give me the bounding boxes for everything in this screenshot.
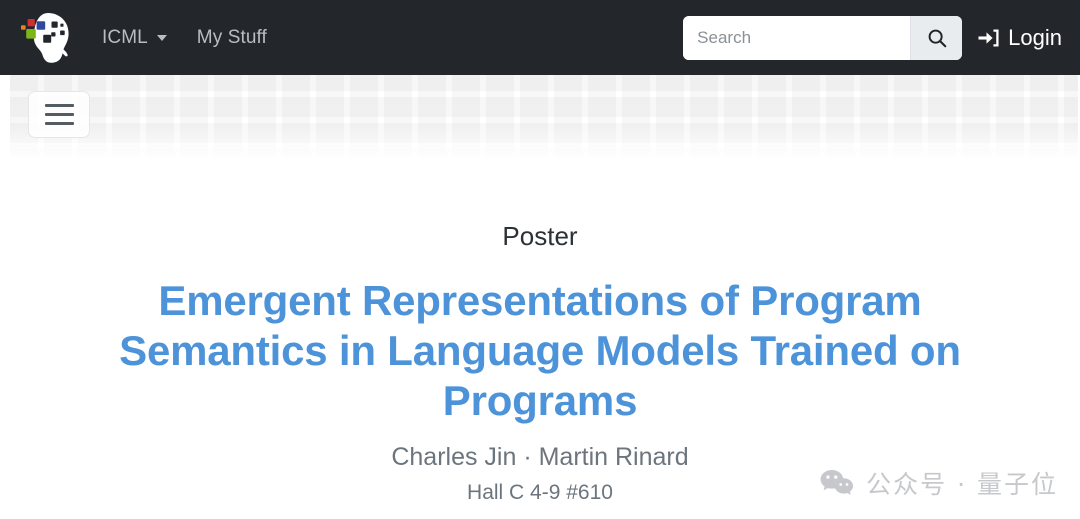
nav-link-my-stuff[interactable]: My Stuff	[197, 27, 267, 49]
navbar-right-group: Login	[683, 15, 1066, 60]
page-title: Emergent Representations of Program Sema…	[119, 277, 961, 425]
navbar-links: ICML My Stuff	[102, 27, 267, 49]
main-content: Poster Emergent Representations of Progr…	[0, 159, 1080, 519]
nav-link-icml-label: ICML	[102, 26, 148, 48]
event-type-label: Poster	[502, 221, 578, 251]
hamburger-icon-bar	[44, 122, 74, 125]
wechat-icon	[820, 469, 854, 495]
watermark-text: 公众号 · 量子位	[866, 470, 1058, 499]
watermark: 公众号 · 量子位	[819, 465, 1058, 501]
conference-banner	[0, 75, 1080, 159]
login-label: Login	[1008, 24, 1062, 50]
sign-in-icon	[978, 28, 999, 47]
search-input[interactable]	[683, 15, 911, 60]
nav-link-icml[interactable]: ICML	[102, 27, 167, 49]
top-navbar: ICML My Stuff Login	[0, 0, 1080, 75]
login-link[interactable]: Login	[976, 25, 1066, 51]
search-icon	[928, 29, 946, 47]
hamburger-icon-bar	[44, 104, 74, 107]
search-button[interactable]	[910, 15, 963, 60]
menu-toggle-button[interactable]	[28, 91, 90, 138]
hamburger-icon-bar	[44, 113, 74, 116]
nav-link-my-stuff-label: My Stuff	[196, 26, 267, 48]
chevron-down-icon	[156, 34, 167, 41]
icml-logo[interactable]	[18, 9, 76, 67]
search-group	[683, 15, 963, 60]
banner-pattern	[10, 75, 1078, 159]
